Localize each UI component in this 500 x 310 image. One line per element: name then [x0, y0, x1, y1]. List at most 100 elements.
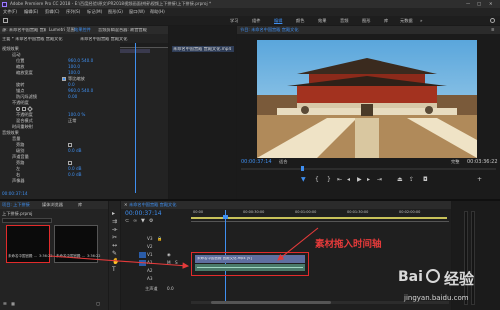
- workspace-more-icon[interactable]: »: [420, 18, 423, 23]
- tab-audio-clip-mixer[interactable]: 音频剪辑混合器: 故宫宫殿: [98, 28, 166, 32]
- blend-mode-select[interactable]: 正常: [68, 118, 76, 123]
- tab-lumetri-scopes[interactable]: Lumetri 范围: [49, 27, 75, 32]
- list-view-icon[interactable]: ☰: [3, 301, 7, 306]
- project-search-field[interactable]: [2, 218, 52, 223]
- track-eye-icon[interactable]: ◉: [167, 252, 171, 257]
- quality-dropdown[interactable]: 完整: [451, 159, 459, 164]
- effect-row-4-value[interactable]: 100.0: [68, 70, 80, 75]
- effect-row-11-value[interactable]: 100.0 %: [68, 112, 85, 117]
- tab-source[interactable]: 源: 未命名中国宫殿 宫殿文化: [2, 28, 46, 32]
- panel-menu-icon[interactable]: ≡: [491, 27, 495, 32]
- slip-tool-icon[interactable]: ↔: [112, 243, 117, 249]
- track-solo-icon[interactable]: S: [175, 260, 178, 265]
- effect-row-7-value[interactable]: 960.0 540.0: [68, 88, 93, 93]
- fit-dropdown[interactable]: 适合: [279, 159, 287, 164]
- lift-icon[interactable]: ⏏: [397, 177, 403, 183]
- menu-marker[interactable]: 标记(M): [87, 9, 102, 14]
- a1-source-target[interactable]: [139, 260, 146, 266]
- type-tool-icon[interactable]: T: [112, 267, 116, 273]
- tab-project[interactable]: 项目: 上下拼接: [2, 202, 30, 207]
- linked-selection-icon[interactable]: ∞: [133, 219, 137, 224]
- ripple-edit-tool-icon[interactable]: ⟛: [112, 227, 117, 233]
- home-icon[interactable]: [3, 18, 8, 23]
- menu-help[interactable]: 帮助(H): [150, 9, 165, 14]
- program-playhead[interactable]: [301, 166, 304, 171]
- program-monitor-tab[interactable]: 节目: 未命名中国宫殿 宫殿文化: [240, 27, 299, 32]
- workspace-tab-metadata[interactable]: 元数据: [400, 18, 413, 23]
- close-icon[interactable]: ✕: [489, 1, 493, 6]
- extract-icon[interactable]: ⇪: [409, 177, 414, 183]
- timeline-playhead-head[interactable]: [223, 215, 228, 219]
- hand-tool-icon[interactable]: ✋: [112, 259, 119, 265]
- effect-row-2-value[interactable]: 960.0 540.0: [68, 58, 93, 63]
- track-a2[interactable]: A2: [147, 268, 153, 273]
- uniform-scale-checkbox[interactable]: [62, 77, 66, 81]
- menu-clip[interactable]: 剪辑(C): [45, 9, 60, 14]
- workspace-tab-effects[interactable]: 效果: [318, 18, 326, 23]
- workspace-tab-graphics[interactable]: 图形: [362, 18, 370, 23]
- effect-row-1-label[interactable]: 运动: [12, 52, 20, 57]
- project-item-1[interactable]: 未命名中国宫殿 ... 3:36:22: [6, 225, 53, 263]
- project-item-2[interactable]: 未命名中国宫殿 ... 3:36:22: [54, 225, 101, 263]
- search-icon[interactable]: [490, 18, 495, 23]
- menu-sequence[interactable]: 序列(S): [66, 9, 80, 14]
- effect-row-18-label[interactable]: 声道音量: [12, 154, 29, 159]
- tab-libraries[interactable]: 库: [78, 202, 82, 207]
- workspace-tab-libraries[interactable]: 库: [384, 18, 388, 23]
- track-a3[interactable]: A3: [147, 276, 153, 281]
- timeline-timecode[interactable]: 00:00:37:14: [125, 211, 162, 217]
- pen-tool-icon[interactable]: ✎: [112, 251, 117, 257]
- track-v2[interactable]: V2: [147, 244, 153, 249]
- mark-in-icon[interactable]: {: [315, 177, 319, 183]
- step-forward-icon[interactable]: ▸: [367, 177, 370, 183]
- go-to-out-icon[interactable]: ⇥: [377, 177, 382, 183]
- effect-controls-timecode[interactable]: 00:00:37:14: [2, 191, 28, 196]
- mask-pen-icon[interactable]: [27, 106, 33, 112]
- work-area-bar[interactable]: [191, 217, 447, 219]
- effect-row-3-value[interactable]: 100.0: [68, 64, 80, 69]
- effect-row-17-value[interactable]: 0.0 dB: [68, 148, 82, 153]
- timeline-settings-icon[interactable]: ⚙: [149, 219, 153, 224]
- effect-row-13-label[interactable]: 时间重映射: [12, 124, 33, 129]
- workspace-tab-color[interactable]: 颜色: [296, 18, 304, 23]
- workspace-tab-learn[interactable]: 学习: [230, 18, 238, 23]
- snap-icon[interactable]: ⊂: [125, 219, 129, 224]
- add-button-icon[interactable]: +: [477, 177, 482, 183]
- export-frame-icon[interactable]: ◘: [423, 177, 428, 183]
- menu-file[interactable]: 文件(F): [3, 9, 17, 14]
- workspace-tab-assembly[interactable]: 组件: [252, 18, 260, 23]
- timeline-clip-video[interactable]: 未命名中国宫殿 宫殿文化.mp4 [V]: [195, 255, 305, 263]
- track-v3[interactable]: V3: [147, 236, 153, 241]
- tab-media-browser[interactable]: 媒体浏览器: [42, 202, 63, 207]
- bypass-checkbox-2[interactable]: [68, 161, 72, 165]
- v1-source-target[interactable]: [139, 252, 146, 258]
- effect-row-9-label[interactable]: 不透明度: [12, 100, 29, 105]
- workspace-tab-audio[interactable]: 音频: [340, 18, 348, 23]
- razor-tool-icon[interactable]: ✂: [112, 235, 117, 241]
- menu-window[interactable]: 窗口(W): [129, 9, 145, 14]
- effect-row-22-label[interactable]: 声像器: [12, 178, 25, 183]
- program-timecode-left[interactable]: 00:00:37:14: [241, 160, 272, 165]
- timeline-clip-audio[interactable]: [195, 264, 305, 271]
- effect-row-20-value[interactable]: 0.0 dB: [68, 166, 82, 171]
- mask-rect-icon[interactable]: [22, 107, 26, 111]
- tab-effect-controls[interactable]: 效果控件: [74, 27, 91, 32]
- step-back-icon[interactable]: ◂: [347, 177, 350, 183]
- track-lock-icon[interactable]: 🔒: [157, 236, 162, 241]
- add-marker-icon[interactable]: ▼: [301, 177, 306, 183]
- add-marker-timeline-icon[interactable]: ▼: [141, 219, 145, 224]
- program-scrub-bar[interactable]: [241, 168, 496, 170]
- workspace-tab-editing[interactable]: 编辑: [274, 18, 282, 23]
- menu-edit[interactable]: 编辑(E): [24, 9, 38, 14]
- track-select-tool-icon[interactable]: ⇉: [112, 219, 117, 225]
- effect-row-21-value[interactable]: 0.0 dB: [68, 172, 82, 177]
- source-list-item[interactable]: 未命名中国宫殿 宫殿文化.mp4: [172, 46, 234, 52]
- timeline-scroll-thumb[interactable]: [211, 301, 331, 304]
- track-mute-icon[interactable]: M: [167, 260, 171, 265]
- bypass-checkbox[interactable]: [68, 143, 72, 147]
- effect-row-6-value[interactable]: 0.0: [68, 82, 75, 87]
- play-icon[interactable]: ▶: [357, 177, 362, 183]
- minimize-icon[interactable]: —: [466, 1, 470, 6]
- menu-graphics[interactable]: 图形(G): [108, 9, 123, 14]
- timeline-ruler[interactable]: 00:00 00:00:30:00 00:01:00:00 00:01:30:0…: [191, 210, 449, 222]
